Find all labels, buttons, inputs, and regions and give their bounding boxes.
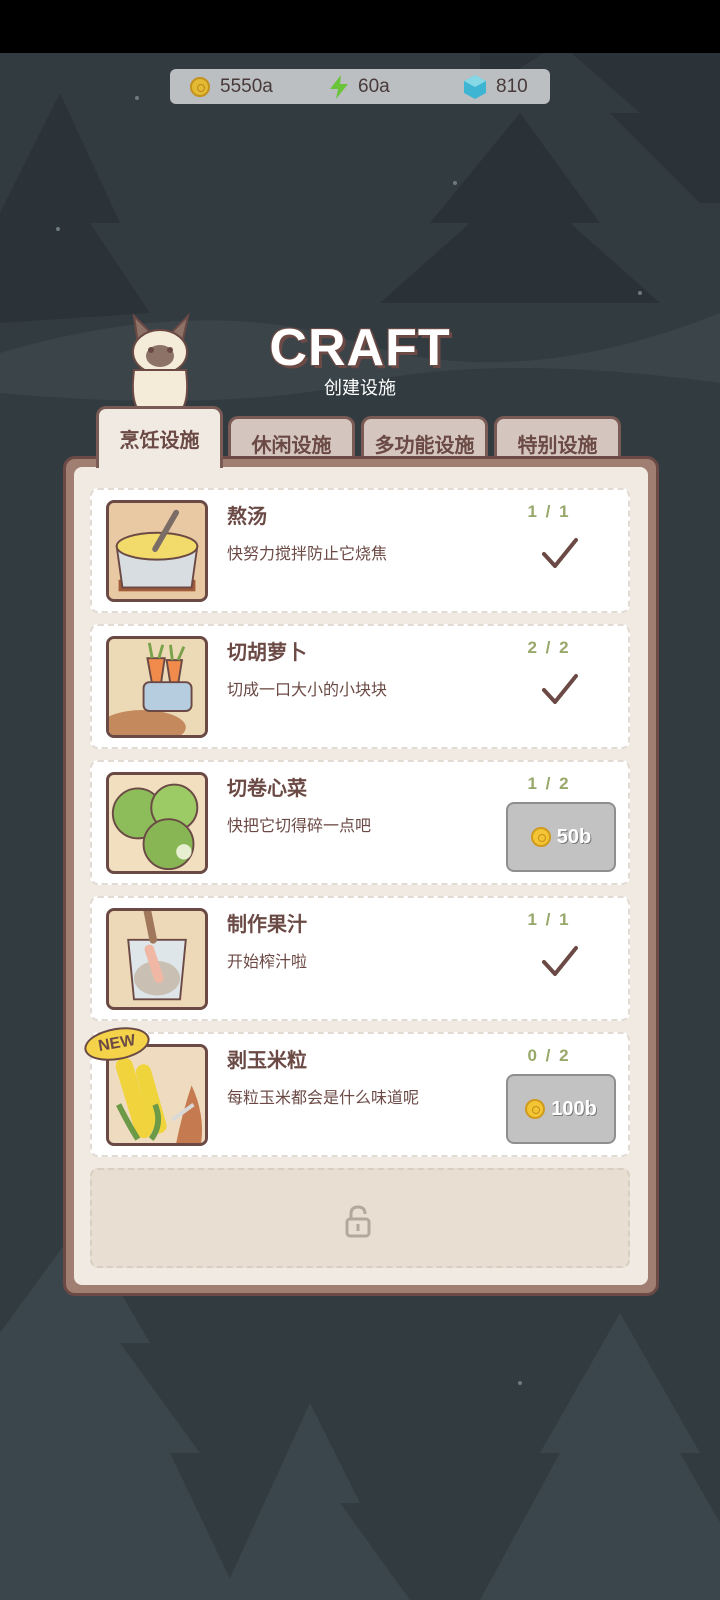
resource-bar: 5550a 60a 810 <box>170 69 550 104</box>
item-name: 剥玉米粒 <box>227 1048 307 1072</box>
locked-slot <box>90 1168 630 1268</box>
status-bar <box>0 0 720 53</box>
item-name: 切卷心菜 <box>227 776 307 800</box>
item-desc: 快努力搅拌防止它烧焦 <box>227 544 388 563</box>
list-item[interactable]: 切卷心菜 快把它切得碎一点吧 1 / 2 50b <box>90 760 630 885</box>
list-item[interactable]: 切胡萝卜 切成一口大小的小块块 2 / 2 <box>90 624 630 749</box>
checkmark-icon <box>542 538 578 568</box>
price-label: 50b <box>556 825 592 848</box>
page-title: CRAFT <box>269 319 451 377</box>
item-name: 切胡萝卜 <box>227 640 307 664</box>
cat-mascot <box>131 312 190 412</box>
item-count: 0 / 2 <box>527 1046 571 1065</box>
title-block: CRAFT 创建设施 <box>260 318 460 400</box>
checkmark-icon <box>542 674 578 704</box>
coin-icon <box>190 76 210 97</box>
gem-icon <box>464 74 486 99</box>
gem-counter: 810 <box>464 69 528 104</box>
item-count: 2 / 2 <box>527 638 571 657</box>
list-item[interactable]: 熬汤 快努力搅拌防止它烧焦 1 / 1 <box>90 488 630 613</box>
energy-value: 60a <box>358 75 390 97</box>
item-desc: 快把它切得碎一点吧 <box>227 816 372 835</box>
item-desc: 切成一口大小的小块块 <box>227 680 388 699</box>
buy-button[interactable]: 100b <box>506 1074 616 1144</box>
item-count: 1 / 2 <box>527 774 571 793</box>
coin-value: 5550a <box>220 75 273 97</box>
coin-counter: 5550a <box>190 69 273 104</box>
item-name: 制作果汁 <box>227 912 307 936</box>
lock-icon <box>345 1205 371 1238</box>
buy-button[interactable]: 50b <box>506 802 616 872</box>
soup-pot-icon <box>106 500 208 602</box>
price-label: 100b <box>551 1097 597 1120</box>
carrot-icon <box>106 636 208 738</box>
gem-value: 810 <box>496 75 528 97</box>
item-desc: 每粒玉米都会是什么味道呢 <box>227 1088 420 1107</box>
list-item[interactable]: NEW 剥玉米粒 每粒玉米都会是什么味道呢 0 / 2 100b <box>81 1022 630 1157</box>
item-desc: 开始榨汁啦 <box>227 952 308 971</box>
item-count: 1 / 1 <box>527 910 571 929</box>
coin-icon <box>525 1099 546 1119</box>
lightning-icon <box>330 74 348 99</box>
item-count: 1 / 1 <box>527 502 571 521</box>
item-name: 熬汤 <box>227 504 267 528</box>
energy-counter: 60a <box>330 69 390 104</box>
juice-icon <box>106 908 208 1010</box>
tab-cooking[interactable]: 烹饪设施 <box>96 406 223 468</box>
checkmark-icon <box>542 946 578 976</box>
cabbage-icon <box>106 772 208 874</box>
coin-icon <box>530 827 551 847</box>
list-item[interactable]: 制作果汁 开始榨汁啦 1 / 1 <box>90 896 630 1021</box>
